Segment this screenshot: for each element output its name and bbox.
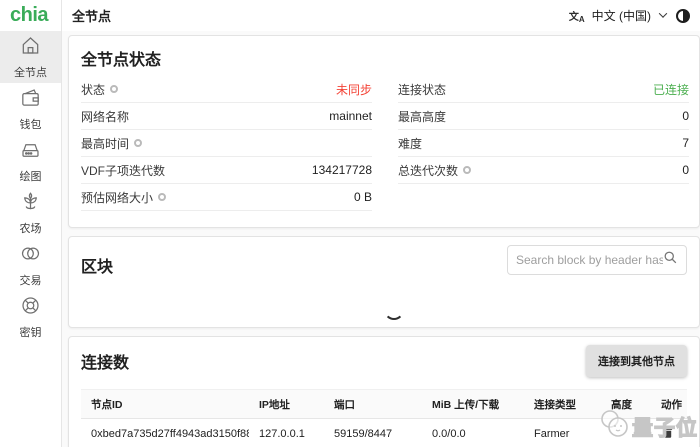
dark-mode-toggle-icon[interactable] <box>676 9 690 23</box>
sidebar-item-wallet[interactable]: 钱包 <box>0 83 61 135</box>
keys-wheel-icon <box>19 294 42 322</box>
status-label: VDF子项迭代数 <box>81 162 165 179</box>
node-id-cell: 0xbed7a735d27ff4943ad3150f88b6… <box>81 428 249 440</box>
status-row: 网络名称 mainnet <box>81 103 372 130</box>
status-card-title: 全节点状态 <box>81 46 689 70</box>
status-label: 状态 <box>81 81 105 98</box>
status-label: 预估网络大小 <box>81 189 153 206</box>
status-row: VDF子项迭代数 134217728 <box>81 157 372 184</box>
blocks-card-title: 区块 <box>81 253 113 277</box>
translate-icon: 文A <box>569 8 585 24</box>
sidebar-item-label: 农场 <box>20 220 42 236</box>
status-label: 最高时间 <box>81 135 129 152</box>
sidebar-item-label: 密钥 <box>20 324 42 340</box>
col-connection-type: 连接类型 <box>524 397 601 412</box>
connect-to-other-peers-button[interactable]: 连接到其他节点 <box>586 345 687 377</box>
mib-cell: 0.0/0.0 <box>422 428 524 440</box>
sidebar-item-label: 绘图 <box>20 168 42 184</box>
col-ip-address: IP地址 <box>249 397 324 412</box>
wallet-icon <box>19 86 42 114</box>
col-mib-up-down: MiB 上传/下载 <box>422 397 524 412</box>
sidebar-item-plots[interactable]: 绘图 <box>0 135 61 187</box>
main-scroll-area[interactable]: 全节点状态 状态 未同步 网络名称 mainnet 最高时间 <box>62 31 700 447</box>
status-row: 预估网络大小 0 B <box>81 184 372 211</box>
sidebar-item-farm[interactable]: 农场 <box>0 187 61 239</box>
sidebar-nav: 全节点 钱包 绘图 农场 <box>0 31 61 343</box>
status-row: 难度 7 <box>398 130 689 157</box>
connection-type-cell: Farmer <box>524 428 601 440</box>
status-row: 状态 未同步 <box>81 76 372 103</box>
language-selector[interactable]: 中文 (中国) <box>592 7 651 24</box>
status-row: 连接状态 已连接 <box>398 76 689 103</box>
header-controls: 文A 中文 (中国) <box>569 7 690 24</box>
chevron-down-icon[interactable] <box>659 9 667 17</box>
status-left-column: 状态 未同步 网络名称 mainnet 最高时间 <box>81 76 372 211</box>
status-row: 最高时间 <box>81 130 372 157</box>
status-label: 总迭代次数 <box>398 162 458 179</box>
status-value: 0 <box>682 109 689 123</box>
status-label: 网络名称 <box>81 108 129 125</box>
status-label: 连接状态 <box>398 81 446 98</box>
status-value: mainnet <box>329 109 372 123</box>
status-value: 已连接 <box>653 81 689 98</box>
full-node-status-card: 全节点状态 状态 未同步 网络名称 mainnet 最高时间 <box>68 35 700 228</box>
loading-spinner <box>384 300 404 320</box>
status-value: 134217728 <box>312 163 372 177</box>
status-value: 未同步 <box>336 81 372 98</box>
status-grid: 状态 未同步 网络名称 mainnet 最高时间 <box>81 76 689 211</box>
status-right-column: 连接状态 已连接 最高高度 0 难度 7 总迭代次数 <box>398 76 689 211</box>
status-label: 最高高度 <box>398 108 446 125</box>
status-value: 0 B <box>354 190 372 204</box>
page-title: 全节点 <box>72 6 111 25</box>
connections-card-title: 连接数 <box>81 349 129 373</box>
farm-plant-icon <box>19 190 42 218</box>
blocks-card: 区块 <box>68 236 700 328</box>
sidebar-item-keys[interactable]: 密钥 <box>0 291 61 343</box>
block-search-input[interactable] <box>516 253 663 267</box>
sidebar-item-full-node[interactable]: 全节点 <box>0 31 61 83</box>
search-icon[interactable] <box>663 250 678 270</box>
status-row: 最高高度 0 <box>398 103 689 130</box>
block-search-box <box>507 245 687 275</box>
help-icon[interactable] <box>134 139 142 147</box>
help-icon[interactable] <box>463 166 471 174</box>
sidebar-item-label: 全节点 <box>14 64 47 80</box>
help-icon[interactable] <box>158 193 166 201</box>
qbitai-logo-icon <box>596 408 632 445</box>
status-value: 7 <box>682 136 689 150</box>
trade-circles-icon <box>19 242 42 270</box>
sidebar-item-label: 交易 <box>20 272 42 288</box>
status-label: 难度 <box>398 135 422 152</box>
col-port: 端口 <box>324 397 422 412</box>
chia-logo[interactable]: chia <box>10 4 48 27</box>
content-column: 全节点 文A 中文 (中国) 全节点状态 状态 未同步 <box>62 0 700 447</box>
status-row: 总迭代次数 0 <box>398 157 689 184</box>
ip-cell: 127.0.0.1 <box>249 428 324 440</box>
col-node-id: 节点ID <box>81 397 249 412</box>
port-cell: 59159/8447 <box>324 428 422 440</box>
sidebar-item-label: 钱包 <box>20 116 42 132</box>
sidebar-item-trade[interactable]: 交易 <box>0 239 61 291</box>
help-icon[interactable] <box>110 85 118 93</box>
app-window: chia 全节点 钱包 绘图 <box>0 0 700 447</box>
app-header: 全节点 文A 中文 (中国) <box>62 0 700 31</box>
qbitai-watermark: 量子位 <box>596 408 698 445</box>
sidebar: chia 全节点 钱包 绘图 <box>0 0 62 447</box>
plots-drive-icon <box>19 138 42 166</box>
full-node-home-icon <box>19 34 42 62</box>
logo-box: chia <box>0 0 61 31</box>
watermark-text: 量子位 <box>632 412 698 442</box>
status-value: 0 <box>682 163 689 177</box>
